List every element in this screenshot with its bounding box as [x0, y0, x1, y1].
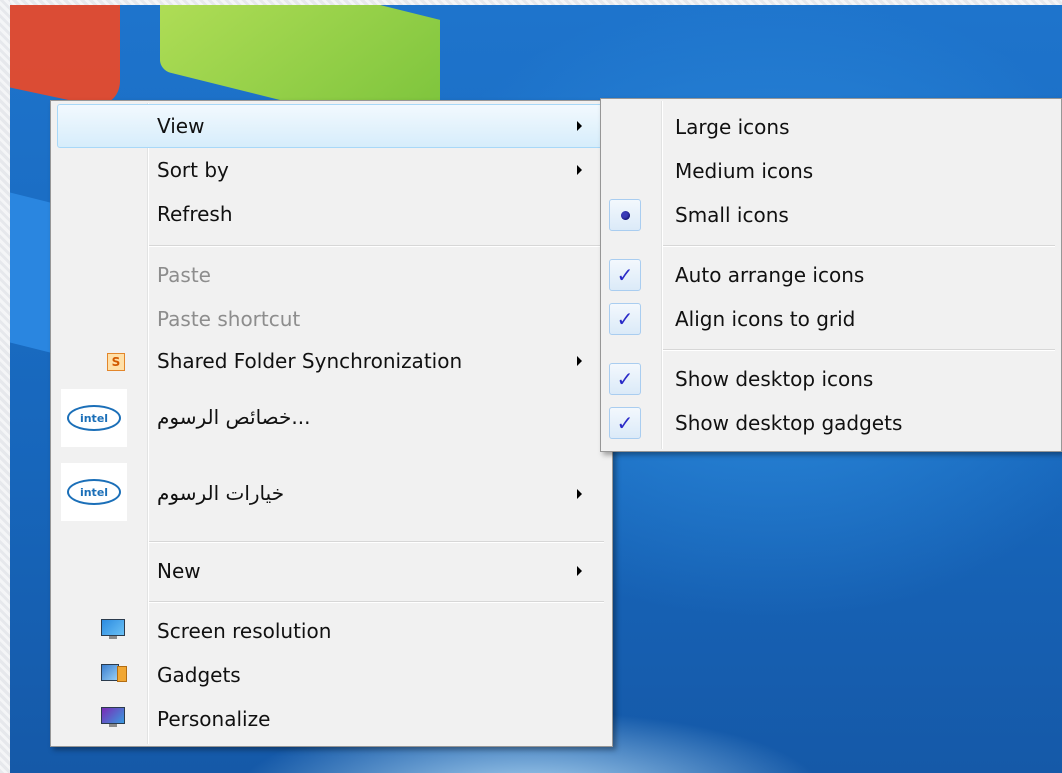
checkmark-icon: ✓ — [609, 259, 641, 291]
menu-separator — [149, 245, 604, 247]
submenu-item-label: Medium icons — [675, 159, 814, 183]
windows-logo-red — [10, 5, 120, 111]
menu-item-graphics-properties[interactable]: intel ...خصائص الرسوم — [51, 385, 612, 451]
menu-item-graphics-options[interactable]: intel خيارات الرسوم — [51, 461, 612, 527]
menu-separator — [149, 541, 604, 543]
menu-item-label: View — [157, 114, 205, 138]
checkmark-icon: ✓ — [609, 303, 641, 335]
submenu-arrow-icon — [577, 356, 582, 366]
menu-item-view[interactable]: View — [51, 104, 612, 148]
gadgets-icon — [101, 664, 127, 684]
menu-item-label: Paste — [157, 263, 211, 287]
menu-item-label: Sort by — [157, 158, 229, 182]
intel-logo-icon: intel — [61, 389, 127, 447]
menu-item-label: ...خصائص الرسوم — [157, 405, 311, 429]
shared-folder-sync-icon: S — [107, 353, 125, 371]
menu-item-paste: Paste — [51, 253, 612, 297]
menu-item-screen-resolution[interactable]: Screen resolution — [51, 609, 612, 653]
submenu-item-label: Show desktop gadgets — [675, 411, 903, 435]
submenu-arrow-icon — [577, 489, 582, 499]
menu-separator — [149, 601, 604, 603]
submenu-item-large-icons[interactable]: Large icons — [601, 105, 1061, 149]
view-submenu: Large icons Medium icons Small icons ✓ A… — [600, 98, 1062, 452]
menu-item-new[interactable]: New — [51, 549, 612, 593]
submenu-item-show-desktop-gadgets[interactable]: ✓ Show desktop gadgets — [601, 401, 1061, 445]
menu-item-label: Personalize — [157, 707, 271, 731]
menu-item-sort-by[interactable]: Sort by — [51, 148, 612, 192]
menu-item-label: خيارات الرسوم — [157, 481, 285, 505]
menu-item-shared-folder-sync[interactable]: S Shared Folder Synchronization — [51, 339, 612, 383]
submenu-item-medium-icons[interactable]: Medium icons — [601, 149, 1061, 193]
menu-item-label: New — [157, 559, 201, 583]
menu-item-gadgets[interactable]: Gadgets — [51, 653, 612, 697]
frame-left — [0, 0, 10, 773]
screen-resolution-icon — [101, 619, 125, 639]
menu-item-label: Refresh — [157, 202, 233, 226]
submenu-item-label: Small icons — [675, 203, 789, 227]
submenu-item-label: Align icons to grid — [675, 307, 856, 331]
menu-item-label: Paste shortcut — [157, 307, 301, 331]
intel-logo-icon: intel — [61, 463, 127, 521]
submenu-item-small-icons[interactable]: Small icons — [601, 193, 1061, 237]
submenu-arrow-icon — [577, 121, 582, 131]
menu-item-refresh[interactable]: Refresh — [51, 192, 612, 236]
submenu-arrow-icon — [577, 165, 582, 175]
submenu-item-label: Auto arrange icons — [675, 263, 865, 287]
checkmark-icon: ✓ — [609, 407, 641, 439]
menu-item-label: Shared Folder Synchronization — [157, 349, 463, 373]
personalize-icon — [101, 707, 125, 727]
submenu-item-show-desktop-icons[interactable]: ✓ Show desktop icons — [601, 357, 1061, 401]
submenu-item-label: Show desktop icons — [675, 367, 874, 391]
menu-item-label: Gadgets — [157, 663, 241, 687]
submenu-item-auto-arrange[interactable]: ✓ Auto arrange icons — [601, 253, 1061, 297]
desktop-context-menu: View Sort by Refresh Paste Paste shortcu… — [50, 100, 613, 747]
menu-item-label: Screen resolution — [157, 619, 332, 643]
radio-selected-icon — [609, 199, 641, 231]
submenu-separator — [663, 349, 1055, 351]
submenu-item-label: Large icons — [675, 115, 790, 139]
submenu-item-align-to-grid[interactable]: ✓ Align icons to grid — [601, 297, 1061, 341]
menu-item-paste-shortcut: Paste shortcut — [51, 297, 612, 341]
intel-logo-text: intel — [67, 479, 121, 505]
submenu-separator — [663, 245, 1055, 247]
intel-logo-text: intel — [67, 405, 121, 431]
windows-logo-blue — [10, 187, 50, 353]
submenu-arrow-icon — [577, 566, 582, 576]
menu-item-personalize[interactable]: Personalize — [51, 697, 612, 741]
checkmark-icon: ✓ — [609, 363, 641, 395]
